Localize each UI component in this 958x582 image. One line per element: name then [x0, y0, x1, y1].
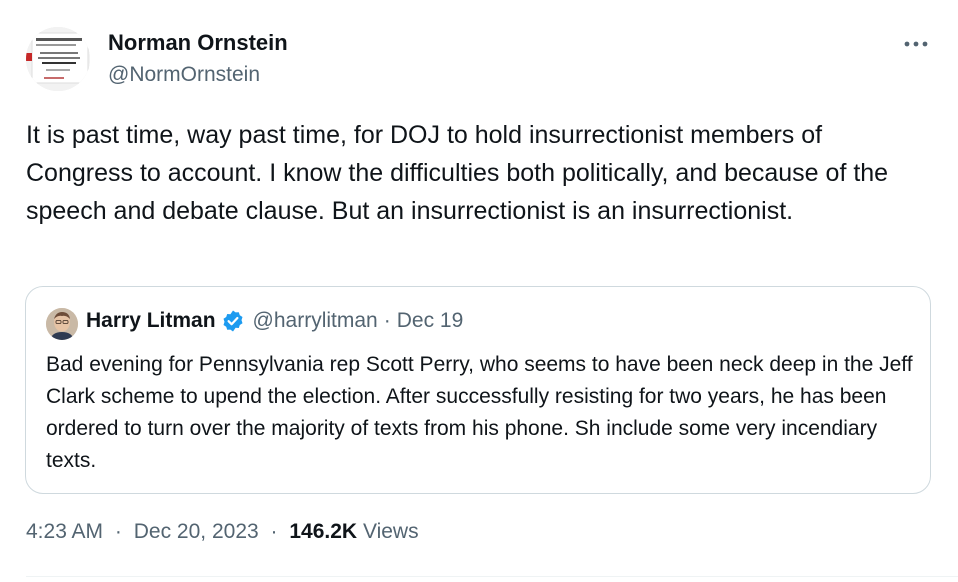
- quote-separator: ·: [383, 309, 391, 332]
- views-count[interactable]: 146.2K: [289, 520, 357, 543]
- meta-separator: ·: [270, 520, 278, 543]
- quote-avatar-image: [46, 308, 78, 340]
- more-horizontal-icon: [904, 41, 928, 47]
- divider: [26, 576, 958, 577]
- tweet-date[interactable]: Dec 20, 2023: [134, 520, 259, 543]
- tweet-metadata: 4:23 AM · Dec 20, 2023 · 146.2K Views: [26, 520, 419, 544]
- tweet-time[interactable]: 4:23 AM: [26, 520, 103, 543]
- author-handle[interactable]: @NormOrnstein: [108, 63, 260, 87]
- more-options-button[interactable]: [898, 30, 934, 58]
- author-avatar[interactable]: [26, 27, 90, 91]
- quote-author-handle[interactable]: @harrylitman: [253, 309, 378, 333]
- quote-tweet-card[interactable]: Harry Litman @harrylitman · Dec 19 Bad e…: [25, 286, 931, 494]
- meta-separator: ·: [114, 520, 122, 543]
- avatar-image: [26, 27, 90, 91]
- quote-author-avatar[interactable]: [46, 308, 78, 340]
- quote-author-name[interactable]: Harry Litman: [86, 309, 216, 333]
- tweet-text: It is past time, way past time, for DOJ …: [26, 121, 889, 225]
- views-label: Views: [362, 520, 419, 543]
- quote-tweet-text: Bad evening for Pennsylvania rep Scott P…: [46, 353, 913, 472]
- quote-date[interactable]: Dec 19: [397, 309, 464, 333]
- verified-badge-icon: [223, 310, 243, 332]
- quote-header: Harry Litman @harrylitman · Dec 19: [86, 309, 463, 333]
- tweet: Norman Ornstein @NormOrnstein It is past…: [0, 0, 958, 582]
- author-display-name[interactable]: Norman Ornstein: [108, 30, 288, 56]
